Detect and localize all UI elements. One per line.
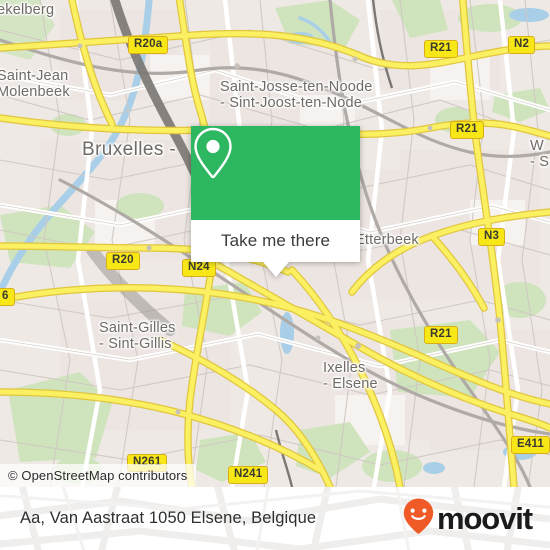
road-shield-6: 6	[0, 288, 15, 307]
road-shield-e411: E411	[511, 436, 550, 455]
moovit-smiley-pin-icon	[402, 497, 435, 540]
map-screenshot-root: ekelberg -Saint-Jean -Molenbeek Bruxelle…	[0, 0, 550, 550]
road-shield-n241: N241	[228, 466, 269, 485]
moovit-logo[interactable]: moovit	[402, 497, 533, 540]
moovit-wordmark: moovit	[436, 501, 533, 536]
map-canvas[interactable]: ekelberg -Saint-Jean -Molenbeek Bruxelle…	[0, 0, 550, 487]
road-shield-r21-east: R21	[450, 121, 484, 140]
osm-attribution[interactable]: © OpenStreetMap contributors	[0, 464, 197, 487]
road-shield-n3: N3	[478, 228, 506, 247]
road-shield-r20a: R20a	[128, 36, 169, 55]
callout-icon-area	[191, 126, 360, 220]
take-me-there-button[interactable]: Take me there	[191, 220, 360, 262]
footer-bar: Aa, Van Aastraat 1050 Elsene, Belgique m…	[0, 487, 550, 550]
location-callout-card[interactable]: Take me there	[191, 126, 360, 277]
address-text: Aa, Van Aastraat 1050 Elsene, Belgique	[20, 509, 317, 527]
road-shield-n2: N2	[508, 36, 536, 55]
take-me-there-label: Take me there	[220, 231, 331, 250]
road-shield-r21-north: R21	[424, 40, 458, 59]
road-shield-r21-south: R21	[424, 326, 458, 345]
callout-pointer	[263, 262, 289, 277]
road-shield-r20: R20	[106, 252, 140, 271]
